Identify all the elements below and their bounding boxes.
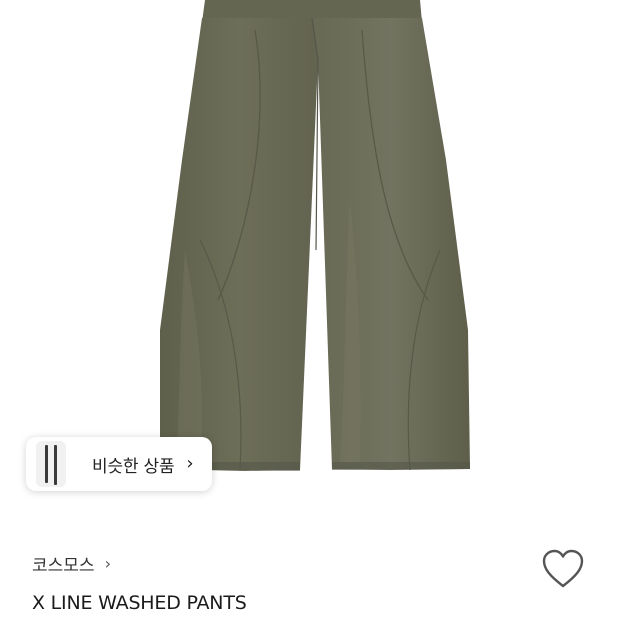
thumbnail-leg-icon [54,445,57,485]
chevron-right-icon: › [104,553,111,573]
brand-name: 코스모스 [32,556,95,576]
heart-outline-icon [542,549,584,588]
similar-product-thumbnail [36,441,66,487]
brand-link[interactable]: 코스모스 › [32,551,111,576]
similar-products-label: 비슷한 상품 [92,456,175,477]
product-detail-page: 비슷한 상품 › 코스모스 › X LINE WASHED PANTS [0,0,620,620]
product-title: X LINE WASHED PANTS [32,592,247,614]
thumbnail-leg-icon [45,445,48,483]
like-button[interactable] [540,547,586,591]
similar-products-button[interactable]: 비슷한 상품 › [26,437,212,491]
chevron-right-icon: › [186,453,194,474]
